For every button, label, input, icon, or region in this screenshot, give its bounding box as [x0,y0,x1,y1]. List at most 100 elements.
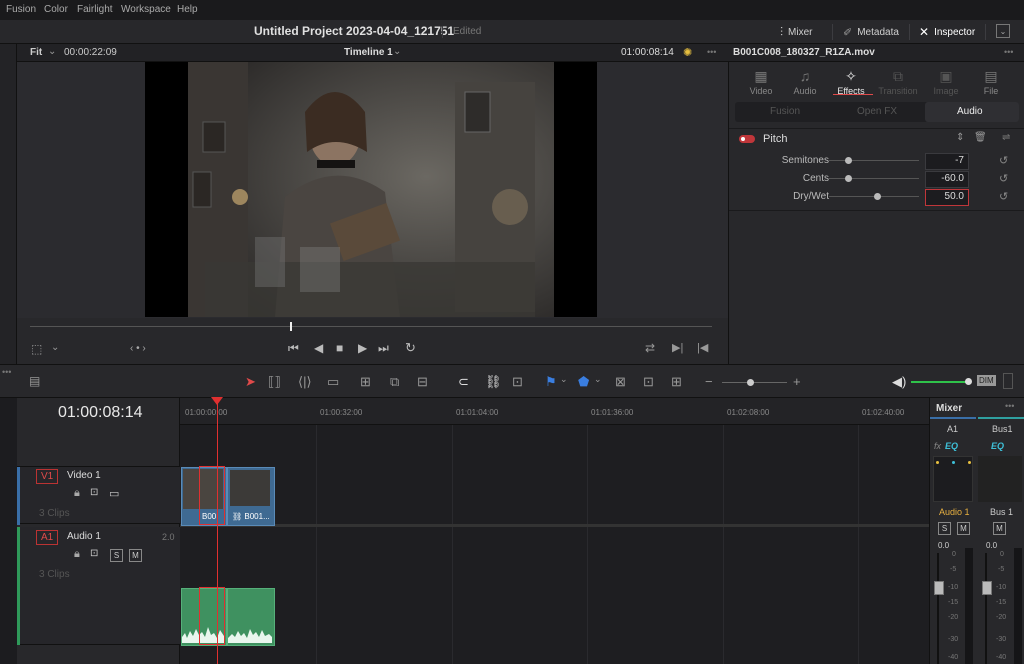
tab-video[interactable]: ▦ Video [739,68,783,96]
fx-icon[interactable]: fx [934,441,941,451]
lock-icon[interactable]: 🔒︎ [74,548,80,561]
subtab-audio[interactable]: Audio [925,102,1019,122]
menu-help[interactable]: Help [177,4,198,15]
audio-clip[interactable] [227,588,275,646]
flag-icon[interactable]: ⚑ [545,374,557,390]
zoom-in-icon[interactable]: + [793,374,801,389]
selection-tool-icon[interactable]: ➤ [245,374,256,390]
tab-audio[interactable]: ♫ Audio [783,68,827,96]
drywet-value[interactable]: 50.0 [925,189,969,206]
mixer-button[interactable]: ⫶ Mixer [780,23,812,41]
more-icon[interactable]: ••• [1005,401,1014,411]
more-icon[interactable]: ••• [2,367,11,377]
expand-icon[interactable]: ⌄ [996,24,1010,38]
reset-icon[interactable]: ↺ [999,172,1008,185]
blade-tool-icon[interactable]: ▭ [327,374,339,390]
jog-icon[interactable]: ‹ • › [130,343,146,354]
playhead-line[interactable] [217,403,218,664]
first-frame-icon[interactable]: ⏮ [288,341,299,356]
audio-fader[interactable] [934,581,944,595]
solo-button[interactable]: S [110,549,123,562]
video-track-name[interactable]: Video 1 [67,470,101,481]
zoom-full-icon[interactable]: ⊠ [615,374,626,390]
updown-icon[interactable]: ⇕ [956,132,964,143]
dim-button[interactable]: DIM [977,375,996,386]
timeline-name[interactable]: Timeline 1 [344,47,393,58]
settings-icon[interactable]: ⇌ [1002,132,1010,143]
timeline-view-icon[interactable]: ▤ [29,374,40,388]
match-frame-icon[interactable]: ⇄ [645,341,655,355]
mixer-solo-button[interactable]: S [938,522,951,535]
audio-track-name[interactable]: Audio 1 [67,531,101,542]
track-enable-icon[interactable]: ▭ [109,487,119,500]
semitones-value[interactable]: -7 [925,153,969,170]
scrub-playhead[interactable] [290,322,292,331]
bus-fader[interactable] [982,581,992,595]
semitones-slider[interactable] [829,157,919,164]
drywet-slider[interactable] [829,193,919,200]
eq-icon[interactable]: EQ [991,441,1004,451]
next-edit-icon[interactable]: ▶| [672,341,683,354]
pan-control[interactable] [933,456,973,502]
play-icon[interactable]: ▶ [358,341,367,355]
auto-select-icon[interactable]: ⊡ [90,487,98,498]
volume-slider[interactable] [911,378,972,385]
marker-icon[interactable]: ⬟ [578,374,589,390]
zoom-custom-icon[interactable]: ⊞ [671,374,682,390]
video-clip[interactable]: ⛓ B001... [227,467,275,526]
zoom-detail-icon[interactable]: ⊡ [643,374,654,390]
trim-tool-icon[interactable]: ⟦⟧ [268,374,281,390]
reset-icon[interactable]: ↺ [999,154,1008,167]
last-frame-icon[interactable]: ⏭ [378,341,389,356]
play-reverse-icon[interactable]: ◀ [314,341,323,355]
scrub-bar[interactable] [30,326,712,327]
lock-icon[interactable]: 🔒︎ [74,487,80,500]
menu-workspace[interactable]: Workspace [121,4,171,15]
mixer-mute-button[interactable]: M [957,522,970,535]
inspector-button[interactable]: ✕ Inspector [919,23,975,41]
tab-effects[interactable]: ✧ Effects [829,68,873,96]
subtab-fusion[interactable]: Fusion [770,106,800,117]
tab-image[interactable]: ▣ Image [924,68,968,96]
timeline-ruler[interactable]: 01:00:00:00 01:00:32:00 01:01:04:00 01:0… [180,398,929,425]
snapping-icon[interactable]: ⊂ [458,374,469,390]
menu-fairlight[interactable]: Fairlight [77,4,113,15]
auto-select-icon[interactable]: ⊡ [90,548,98,559]
chevron-down-icon[interactable]: ⌄ [393,46,401,57]
loop-icon[interactable]: ↻ [405,340,416,356]
chevron-down-icon[interactable]: ⌄ [560,374,568,385]
insert-clip-icon[interactable]: ⊞ [360,374,371,390]
tab-transition[interactable]: ⧉ Transition [876,68,920,96]
menu-color[interactable]: Color [44,4,68,15]
effect-enable-toggle[interactable] [739,135,755,143]
menu-fusion[interactable]: Fusion [6,4,36,15]
tab-file[interactable]: ▤ File [969,68,1013,96]
reset-icon[interactable]: ↺ [999,190,1008,203]
speaker-icon[interactable]: ◀) [892,374,906,390]
track-divider[interactable] [180,524,929,527]
trash-icon[interactable]: 🗑 [974,132,987,143]
bus-mute-button[interactable]: M [993,522,1006,535]
eq-icon[interactable]: EQ [945,441,958,451]
link-icon[interactable]: ⛓ [485,374,502,390]
cents-value[interactable]: -60.0 [925,171,969,188]
chevron-down-icon[interactable]: ⌄ [51,342,59,353]
zoom-select[interactable]: Fit [30,47,42,58]
dynamic-trim-icon[interactable]: ⟨|⟩ [298,374,312,390]
stop-icon[interactable]: ■ [336,341,343,355]
lock-icon[interactable]: ⊡ [512,374,523,390]
viewer-mode-icon[interactable]: ⬚ [31,342,42,356]
cents-slider[interactable] [829,175,919,182]
replace-clip-icon[interactable]: ⊟ [417,374,428,390]
video-track-id[interactable]: V1 [36,469,59,484]
zoom-out-icon[interactable]: − [705,374,713,389]
mute-button[interactable]: M [129,549,142,562]
zoom-slider[interactable] [722,379,787,386]
more-icon[interactable]: ••• [707,47,716,57]
metadata-button[interactable]: ✐ Metadata [843,23,899,41]
timeline-area[interactable] [180,398,929,664]
more-icon[interactable]: ••• [1004,47,1013,57]
chevron-down-icon[interactable]: ⌄ [594,374,602,385]
chevron-down-icon[interactable]: ⌄ [48,46,56,57]
color-icon[interactable]: ✺ [683,46,692,59]
